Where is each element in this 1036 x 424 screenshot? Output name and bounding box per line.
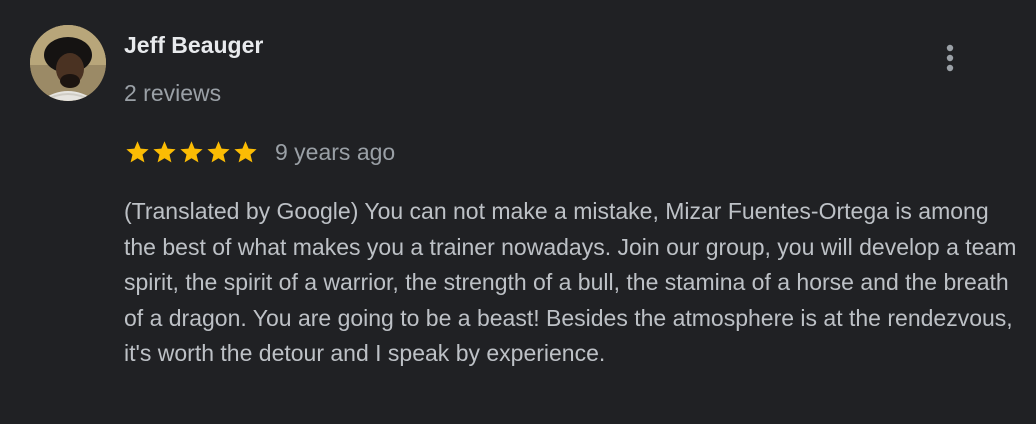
star-rating — [124, 139, 259, 166]
author-name[interactable]: Jeff Beauger — [124, 30, 263, 60]
star-icon — [205, 139, 232, 166]
rating-row: 9 years ago — [124, 137, 395, 167]
star-icon — [124, 139, 151, 166]
review-count[interactable]: 2 reviews — [124, 78, 221, 108]
more-options-button[interactable] — [932, 38, 968, 78]
more-vertical-icon — [946, 44, 954, 72]
review-text: (Translated by Google) You can not make … — [124, 198, 1017, 366]
avatar[interactable] — [30, 25, 106, 101]
star-icon — [178, 139, 205, 166]
star-icon — [232, 139, 259, 166]
review-card: Jeff Beauger 2 reviews 9 years ago (Tran… — [0, 0, 1036, 424]
review-date: 9 years ago — [275, 138, 396, 165]
avatar-image — [30, 25, 106, 101]
star-icon — [151, 139, 178, 166]
